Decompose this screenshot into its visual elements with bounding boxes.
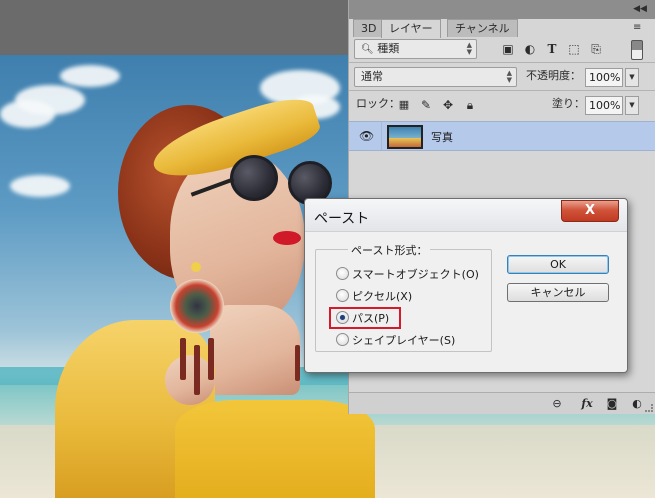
lock-label: ロック： (356, 97, 400, 110)
updown-icon: ▲ ▼ (506, 69, 512, 84)
panel-menu-icon[interactable]: ≡ (633, 23, 647, 33)
type-filter-icon[interactable]: T (544, 41, 560, 57)
paste-dialog: ペースト X ペースト形式： スマートオブジェクト(O) ピクセル(X) パス(… (304, 198, 628, 373)
fill-input[interactable]: 100% (585, 96, 623, 115)
highlight-annotation (329, 307, 401, 329)
filter-kind-value: 種類 (377, 42, 400, 55)
earring-tassel (208, 338, 214, 380)
radio-label: スマートオブジェクト(O) (352, 268, 479, 281)
filter-kind-select[interactable]: 🔍︎ 種類 ▲ ▼ (354, 39, 477, 59)
neck (210, 305, 300, 395)
radio-icon[interactable] (336, 267, 349, 280)
cloud (0, 100, 55, 128)
close-button[interactable]: X (561, 200, 619, 222)
filter-row: 🔍︎ 種類 ▲ ▼ ▣ ◐ T ⬚ ⎘ (349, 38, 655, 62)
radio-label: シェイプレイヤー(S) (352, 334, 456, 347)
blend-mode-value: 通常 (361, 70, 383, 83)
fill-dropdown-icon[interactable]: ▼ (625, 96, 639, 115)
divider (349, 62, 655, 63)
opacity-dropdown-icon[interactable]: ▼ (625, 68, 639, 87)
dialog-title: ペースト (314, 211, 370, 227)
paste-format-label: ペースト形式： (348, 242, 431, 258)
yellow-top (175, 400, 375, 498)
opacity-label: 不透明度： (526, 69, 581, 82)
radio-label: ピクセル(X) (352, 290, 413, 303)
layer-name[interactable]: 写真 (431, 129, 453, 145)
mask-icon[interactable]: ◙ (605, 397, 619, 411)
tab-layers[interactable]: レイヤー (381, 19, 441, 38)
filter-toggle-icon[interactable] (631, 40, 643, 60)
resize-grip-icon[interactable] (645, 404, 653, 412)
search-icon: 🔍︎ (361, 44, 374, 55)
earring-tassel (180, 338, 186, 380)
blend-mode-select[interactable]: 通常 ▲ ▼ (354, 67, 517, 87)
earring-tassel (295, 345, 300, 381)
cloud (10, 175, 70, 197)
dialog-titlebar[interactable]: ペースト X (305, 199, 627, 232)
earring-tassel (194, 345, 200, 395)
divider (381, 122, 382, 150)
layer-row[interactable]: 👁︎ 写真 (349, 121, 655, 151)
updown-icon: ▲ ▼ (466, 41, 472, 56)
paste-format-group: ペースト形式： スマートオブジェクト(O) ピクセル(X) パス(P) シェイプ… (315, 242, 492, 352)
sunglasses-lens (230, 155, 278, 201)
link-icon[interactable]: ⊖ (549, 397, 565, 411)
adjustment-icon[interactable]: ◐ (629, 397, 645, 411)
lock-position-icon[interactable]: ✥ (440, 97, 456, 113)
shape-filter-icon[interactable]: ⬚ (566, 41, 582, 57)
lock-transparent-icon[interactable]: ▦ (396, 97, 412, 113)
visibility-eye-icon[interactable]: 👁︎ (359, 129, 375, 143)
panel-header-strip: ◀◀ (349, 0, 655, 19)
cloud (60, 65, 120, 87)
layer-thumbnail[interactable] (387, 125, 423, 149)
fx-icon[interactable]: fx (577, 397, 597, 411)
tab-channels[interactable]: チャンネル (447, 19, 518, 37)
panel-bottom-toolbar: ⊖ fx ◙ ◐ (349, 392, 655, 414)
fill-label: 塗り： (552, 97, 585, 110)
radio-icon[interactable] (336, 333, 349, 346)
cancel-button[interactable]: キャンセル (507, 283, 609, 302)
ok-button[interactable]: OK (507, 255, 609, 274)
earring-bead (191, 262, 201, 272)
lips (273, 231, 301, 245)
adjustment-filter-icon[interactable]: ◐ (522, 41, 538, 57)
tab-3d[interactable]: 3D (353, 19, 385, 37)
collapse-panel-icon[interactable]: ◀◀ (633, 4, 647, 14)
radio-icon[interactable] (336, 289, 349, 302)
lock-row: ロック： ▦ ✎ ✥ 🔒︎ 塗り： 100% ▼ (349, 94, 655, 118)
blend-row: 通常 ▲ ▼ 不透明度： 100% ▼ (349, 66, 655, 90)
image-filter-icon[interactable]: ▣ (500, 41, 516, 57)
lock-all-icon[interactable]: 🔒︎ (462, 97, 478, 113)
divider (349, 90, 655, 91)
earring (170, 279, 224, 333)
lock-image-icon[interactable]: ✎ (418, 97, 434, 113)
smart-object-filter-icon[interactable]: ⎘ (588, 41, 604, 57)
opacity-input[interactable]: 100% (585, 68, 623, 87)
